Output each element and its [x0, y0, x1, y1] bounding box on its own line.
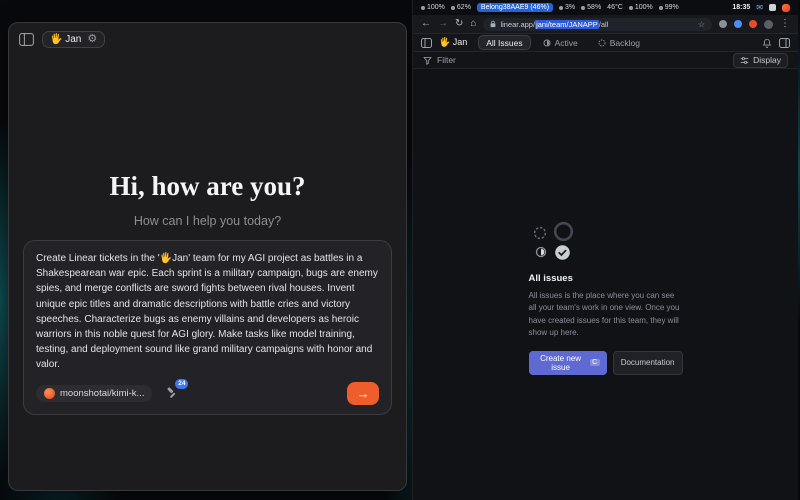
input-toolbar: moonshotai/kimi-k... 24 → [36, 382, 379, 405]
linear-main-area: All issues All issues is the place where… [413, 69, 798, 500]
tab-backlog[interactable]: Backlog [590, 35, 648, 50]
backlog-icon [598, 39, 606, 47]
browser-window: 100% 62% Belong38AAE9 (46%) 3% 58% 46°C … [412, 0, 798, 500]
issue-status-illustration [531, 221, 579, 263]
linear-team-label[interactable]: 🖐 Jan [439, 37, 467, 48]
tab-active[interactable]: Active [535, 35, 586, 50]
in-progress-circle-icon [535, 246, 547, 258]
address-bar[interactable]: linear.app/jani/team/JANAPP/all ☆ [483, 18, 712, 31]
notifications-bell-icon[interactable] [762, 38, 772, 48]
tools-button[interactable]: 24 [164, 386, 179, 400]
assistant-team-chip[interactable]: 🖐 Jan ⚙ [42, 31, 105, 48]
right-panel-toggle-icon[interactable] [779, 38, 790, 48]
temperature-indicator[interactable]: 46°C [607, 4, 623, 11]
extension-blue-icon[interactable] [734, 20, 742, 28]
extension-red-badge-icon[interactable] [749, 20, 757, 28]
volume-indicator[interactable]: 100% [629, 4, 653, 11]
device-battery-2[interactable]: 58% [581, 4, 601, 11]
url-selected-text: jani/team/JANAPP [535, 20, 599, 29]
battery-indicator[interactable]: 100% [421, 4, 445, 11]
url-suffix: /all [599, 20, 609, 29]
backlog-circle-icon [533, 226, 547, 240]
todo-circle-icon [553, 221, 574, 242]
linear-filter-bar: Filter Display [413, 52, 798, 69]
tray-app-icon[interactable] [769, 4, 776, 11]
wifi-network-indicator[interactable]: Belong38AAE9 (46%) [477, 3, 553, 12]
empty-state-description: All issues is the place where you can se… [529, 290, 683, 340]
battery-icon [421, 6, 425, 10]
gear-icon[interactable]: ⚙ [87, 34, 97, 45]
mail-icon[interactable]: ✉ [756, 3, 763, 12]
tab-all-issues[interactable]: All Issues [478, 35, 530, 50]
reload-button[interactable]: ↻ [455, 19, 463, 29]
prompt-input[interactable]: Create Linear tickets in the '🖐Jan' team… [23, 240, 392, 415]
arrow-right-icon: → [357, 387, 370, 400]
empty-state-title: All issues [529, 273, 683, 284]
back-button[interactable]: ← [421, 19, 431, 29]
documentation-button[interactable]: Documentation [613, 351, 683, 375]
device-icon-1 [559, 6, 563, 10]
wrench-icon [166, 387, 178, 399]
greeting-subtitle: How can I help you today? [9, 214, 406, 228]
model-logo-icon [44, 388, 55, 399]
lock-icon [490, 20, 496, 28]
model-name: moonshotai/kimi-k... [60, 388, 144, 399]
brightness-icon [659, 6, 663, 10]
home-button[interactable]: ⌂ [470, 19, 476, 29]
filter-icon [423, 56, 432, 65]
volume-icon [629, 6, 633, 10]
greeting-block: Hi, how are you? How can I help you toda… [9, 171, 406, 228]
jan-chat-window: 🖐 Jan ⚙ Hi, how are you? How can I help … [8, 22, 407, 491]
sidebar-toggle-icon[interactable] [19, 33, 34, 46]
team-chip-label: 🖐 Jan [50, 34, 81, 45]
extension-icon[interactable] [719, 20, 727, 28]
chat-header: 🖐 Jan ⚙ [9, 23, 406, 56]
system-status-bar: 100% 62% Belong38AAE9 (46%) 3% 58% 46°C … [413, 0, 798, 15]
prompt-text[interactable]: Create Linear tickets in the '🖐Jan' team… [36, 251, 379, 373]
create-new-issue-button[interactable]: Create new issue C [529, 351, 607, 375]
greeting-title: Hi, how are you? [9, 171, 406, 202]
browser-toolbar: ← → ↻ ⌂ linear.app/jani/team/JANAPP/all … [413, 15, 798, 34]
device-battery-1[interactable]: 3% [559, 4, 575, 11]
browser-menu-icon[interactable]: ⋮ [780, 19, 790, 29]
forward-button[interactable]: → [438, 19, 448, 29]
profile-avatar[interactable] [764, 20, 773, 29]
linear-header: 🖐 Jan All Issues Active Backlog [413, 34, 798, 52]
all-issues-empty-state: All issues All issues is the place where… [529, 221, 683, 375]
charge-indicator[interactable]: 62% [451, 4, 471, 11]
bookmark-star-icon[interactable]: ☆ [698, 20, 705, 29]
device-icon-2 [581, 6, 585, 10]
done-check-circle-icon [554, 244, 571, 261]
empty-state-actions: Create new issue C Documentation [529, 351, 683, 375]
in-progress-icon [543, 39, 551, 47]
url-prefix: linear.app/ [500, 20, 535, 29]
tools-count-badge: 24 [175, 379, 188, 389]
charge-icon [451, 6, 455, 10]
brightness-indicator[interactable]: 99% [659, 4, 679, 11]
send-button[interactable]: → [347, 382, 379, 405]
power-icon[interactable] [782, 4, 790, 12]
linear-view-tabs: All Issues Active Backlog [478, 35, 648, 50]
linear-sidebar-toggle-icon[interactable] [421, 38, 432, 48]
filter-button[interactable]: Filter [437, 55, 456, 65]
clock[interactable]: 18:35 [732, 4, 750, 11]
shortcut-key-badge: C [590, 359, 600, 366]
display-button[interactable]: Display [733, 53, 788, 68]
display-sliders-icon [740, 56, 749, 65]
model-selector[interactable]: moonshotai/kimi-k... [36, 385, 152, 402]
